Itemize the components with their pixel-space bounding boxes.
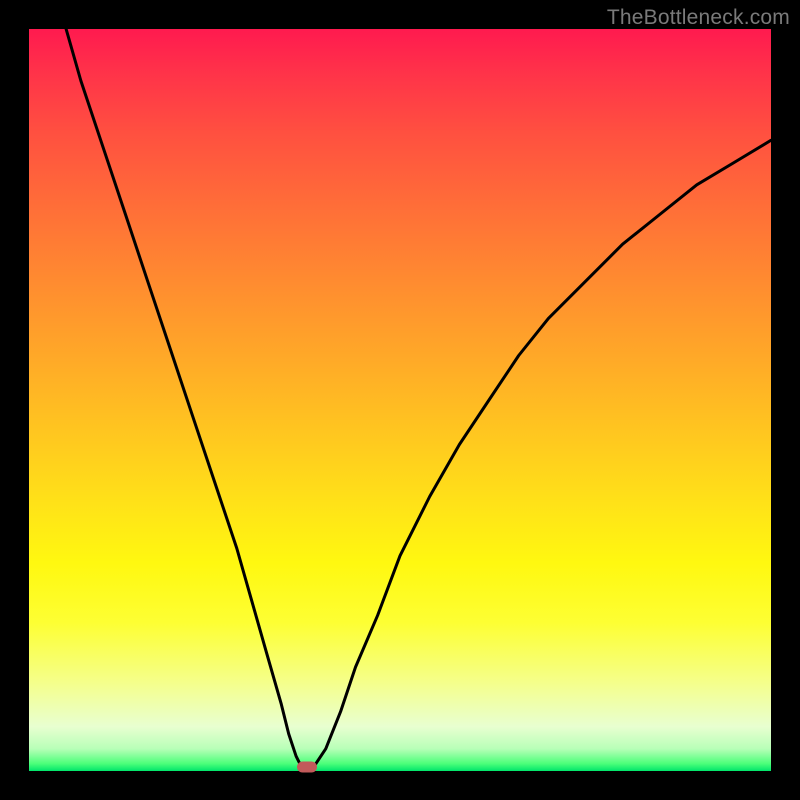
bottleneck-curve bbox=[29, 29, 771, 771]
chart-frame: TheBottleneck.com bbox=[0, 0, 800, 800]
watermark-text: TheBottleneck.com bbox=[607, 6, 790, 30]
chart-plot-area bbox=[29, 29, 771, 771]
optimum-marker bbox=[297, 762, 317, 773]
